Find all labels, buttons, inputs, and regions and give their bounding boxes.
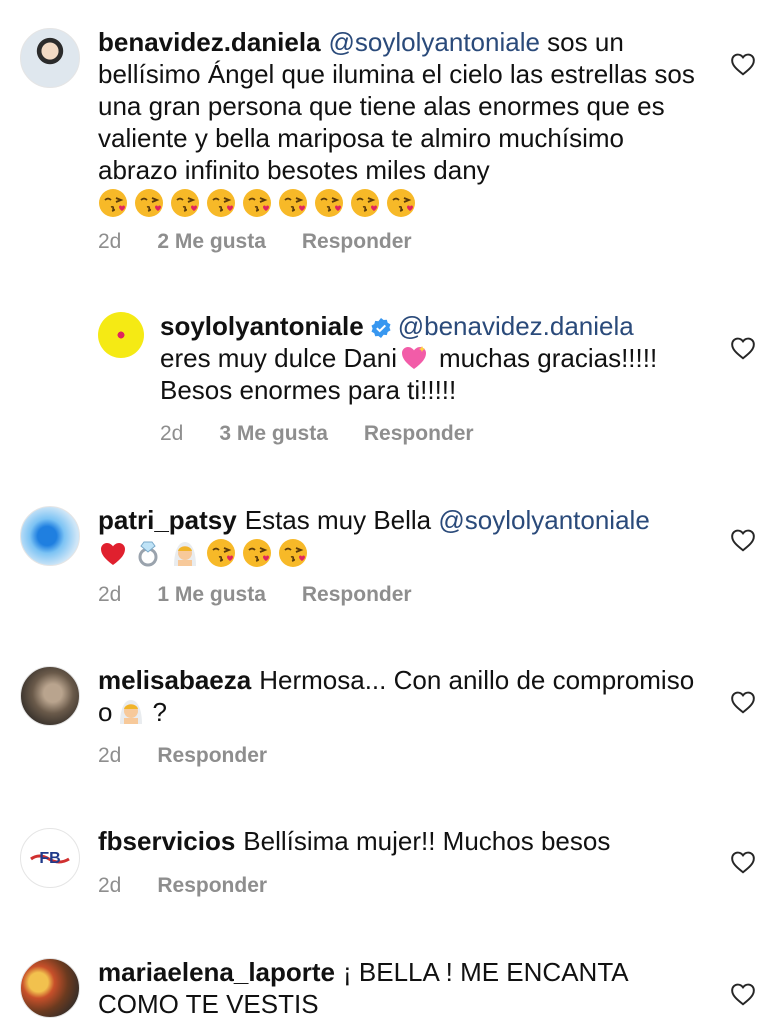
reply-button[interactable]: Responder [157, 874, 267, 897]
heart-outline-icon[interactable] [730, 336, 756, 360]
timestamp: 2d [98, 874, 122, 897]
username[interactable]: soylolyantoniale [160, 311, 364, 341]
kiss-emoji-icon [386, 188, 416, 218]
reply-button[interactable]: Responder [302, 230, 412, 253]
kiss-emoji-icon [242, 188, 272, 218]
timestamp: 2d [98, 744, 122, 767]
kiss-emoji-icon [98, 188, 128, 218]
likes-count[interactable]: 3 Me gusta [219, 422, 328, 445]
mention-link[interactable]: @soylolyantoniale [438, 505, 649, 535]
sparkling-heart-emoji-icon [402, 346, 426, 369]
comment-meta: 2d 2 Me gusta Responder [98, 230, 448, 254]
comment-text: benavidez.daniela @soylolyantoniale sos u… [98, 26, 698, 220]
timestamp: 2d [98, 583, 122, 606]
timestamp: 2d [98, 230, 122, 253]
comment-meta: 2d Responder [98, 744, 303, 768]
likes-count[interactable]: 1 Me gusta [157, 583, 266, 606]
kiss-emoji-icon [278, 188, 308, 218]
comment-text: melisabaeza Hermosa... Con anillo de comp… [98, 664, 698, 728]
comment-text: soylolyantoniale @benavidez.daniela eres … [160, 310, 700, 406]
kiss-emoji-icon [206, 188, 236, 218]
username[interactable]: benavidez.daniela [98, 27, 321, 57]
comment-body: Estas muy Bella [244, 505, 432, 535]
kiss-emoji-icon [314, 188, 344, 218]
kiss-emoji-icon [242, 538, 272, 568]
comment-meta: 2d 3 Me gusta Responder [160, 422, 510, 446]
username[interactable]: fbservicios [98, 826, 235, 856]
ring-emoji-icon [138, 541, 158, 567]
kiss-emoji-icon [278, 538, 308, 568]
emoji-row [98, 538, 698, 570]
heart-outline-icon[interactable] [730, 982, 756, 1006]
heart-outline-icon[interactable] [730, 690, 756, 714]
comment-text: fbservicios Bellísima mujer!! Muchos beso… [98, 825, 698, 857]
likes-count[interactable]: 2 Me gusta [157, 230, 266, 253]
comment-meta: 2d Responder [98, 874, 303, 898]
mention-link[interactable]: @soylolyantoniale [329, 27, 540, 57]
comment-text: patri_patsy Estas muy Bella @soylolyanton… [98, 504, 698, 570]
username[interactable]: patri_patsy [98, 505, 237, 535]
reply-button[interactable]: Responder [157, 744, 267, 767]
avatar[interactable] [20, 28, 80, 88]
heart-outline-icon[interactable] [730, 850, 756, 874]
comment-body: eres muy dulce Dani [160, 343, 397, 373]
reply-button[interactable]: Responder [364, 422, 474, 445]
kiss-emoji-icon [350, 188, 380, 218]
kiss-emoji-icon [206, 538, 236, 568]
fb-logo-icon: FB [30, 850, 70, 867]
kiss-emoji-icon [134, 188, 164, 218]
timestamp: 2d [160, 422, 184, 445]
comment-text: mariaelena_laporte ¡ BELLA ! ME ENCANTA C… [98, 956, 698, 1020]
avatar[interactable]: FB [20, 828, 80, 888]
avatar[interactable] [98, 312, 144, 358]
emoji-row [98, 188, 698, 220]
avatar[interactable] [20, 506, 80, 566]
kiss-emoji-icon [170, 188, 200, 218]
username[interactable]: melisabaeza [98, 665, 251, 695]
red-heart-emoji-icon [101, 543, 125, 565]
heart-outline-icon[interactable] [730, 52, 756, 76]
bride-emoji-icon [174, 542, 196, 566]
reply-button[interactable]: Responder [302, 583, 412, 606]
comment-body-cont: ? [152, 697, 167, 727]
username[interactable]: mariaelena_laporte [98, 957, 335, 987]
mention-link[interactable]: @benavidez.daniela [398, 311, 634, 341]
avatar[interactable] [20, 666, 80, 726]
heart-outline-icon[interactable] [730, 528, 756, 552]
comment-body: Bellísima mujer!! Muchos besos [243, 826, 611, 856]
comment-meta: 2d 1 Me gusta Responder [98, 583, 448, 607]
verified-badge-icon [371, 318, 391, 339]
svg-text:FB: FB [39, 850, 60, 867]
bride-emoji-icon [120, 700, 143, 724]
avatar[interactable] [20, 958, 80, 1018]
